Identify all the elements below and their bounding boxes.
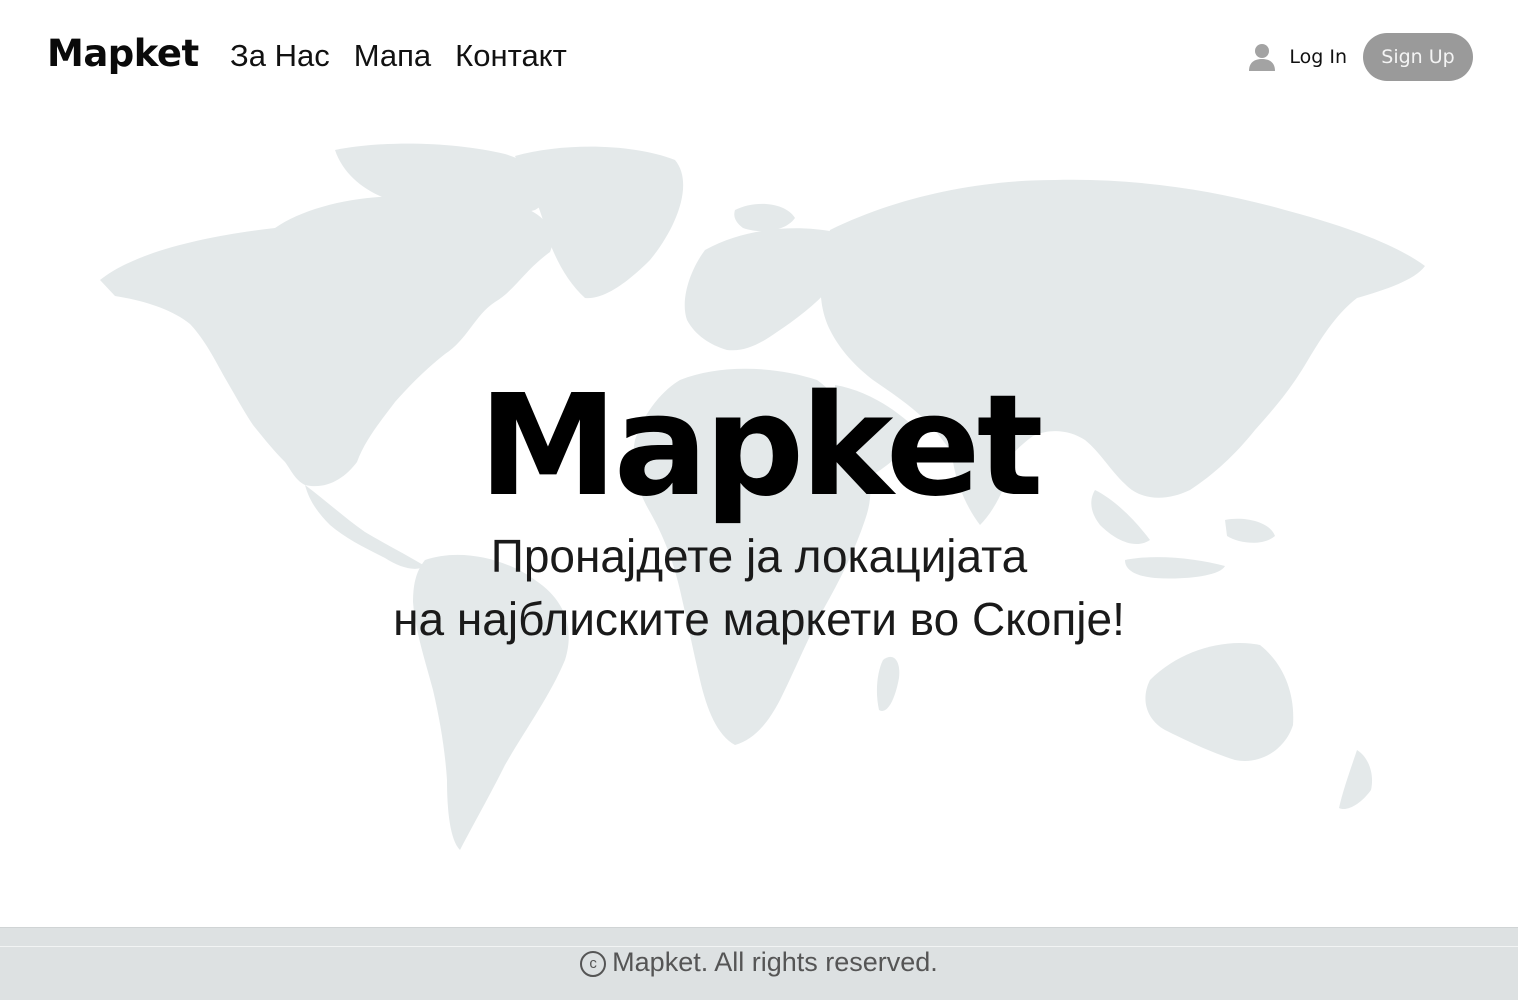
login-link[interactable]: Log In (1249, 43, 1347, 71)
hero-title: Mapket (478, 365, 1043, 528)
nav-link-about[interactable]: За Нас (230, 38, 330, 74)
nav-links: За Нас Мапа Контакт (230, 38, 567, 74)
footer-copyright: c Mapket. All rights reserved. (0, 947, 1518, 978)
login-label: Log In (1289, 46, 1347, 68)
auth-controls: Log In Sign Up (1249, 33, 1473, 81)
copyright-icon: c (580, 951, 607, 977)
footer-copyright-text: Mapket. All rights reserved. (612, 947, 938, 977)
brand-logo[interactable]: Mapket (47, 32, 199, 75)
hero-subtitle-line-2: на најблиските маркети во Скопје! (393, 593, 1125, 645)
hero-subtitle: Пронајдете ја локацијата на најблиските … (0, 525, 1518, 651)
footer: c Mapket. All rights reserved. (0, 927, 1518, 1000)
nav-link-contact[interactable]: Контакт (455, 38, 567, 74)
signup-button[interactable]: Sign Up (1363, 33, 1473, 81)
user-icon (1249, 44, 1276, 71)
nav-link-map[interactable]: Мапа (354, 38, 431, 74)
top-navbar: Mapket За Нас Мапа Контакт Log In Sign U… (0, 0, 1518, 112)
hero-subtitle-line-1: Пронајдете ја локацијата (490, 530, 1028, 582)
